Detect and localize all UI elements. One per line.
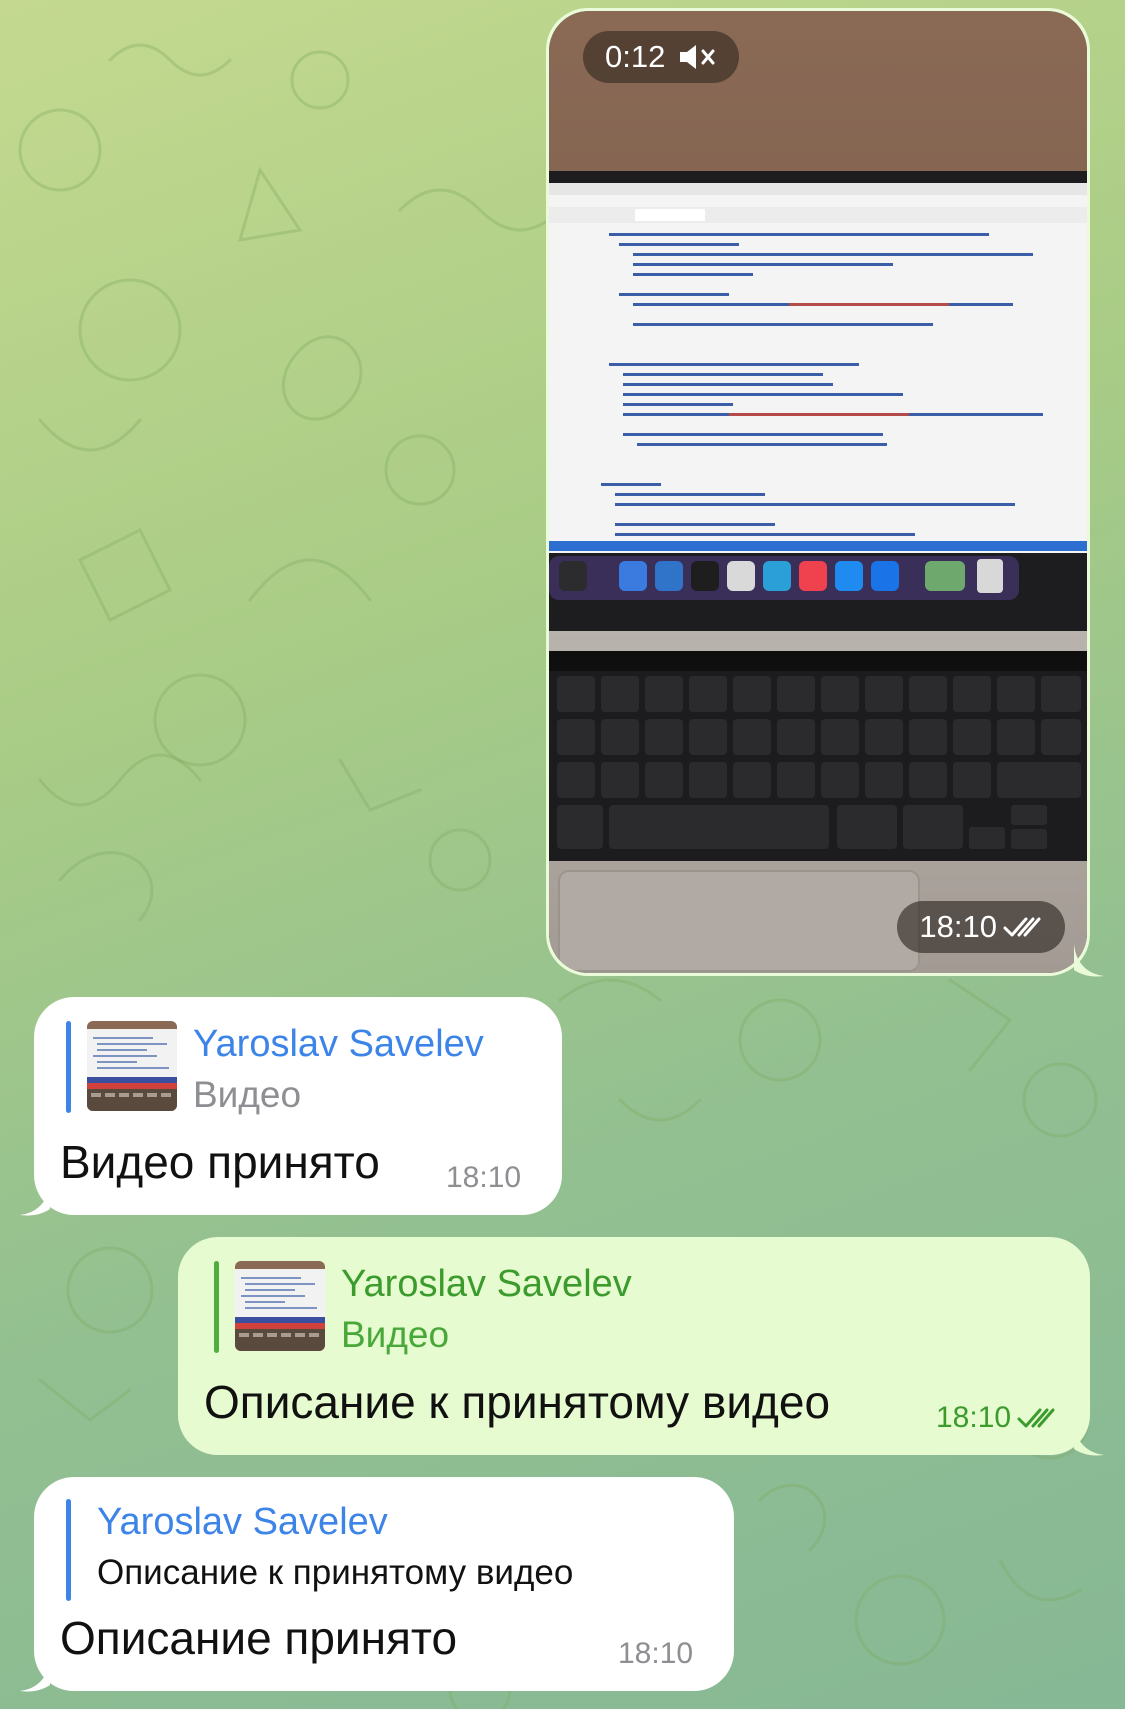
reply-preview-text: Видео: [193, 1074, 302, 1115]
message-time: 18:10: [936, 1401, 1012, 1434]
reply-preview-text: Видео: [341, 1314, 450, 1355]
video-message[interactable]: 0:12 18:10: [546, 8, 1104, 977]
reply-preview-text: Описание к принятому видео: [97, 1553, 574, 1592]
message-text: Видео принято: [60, 1136, 380, 1188]
message-text: Описание к принятому видео: [204, 1376, 831, 1428]
message-meta: 18:10: [446, 1161, 521, 1195]
bubble-tail: [20, 1659, 50, 1692]
message-text: Описание принято: [60, 1612, 458, 1664]
reply-author: Yaroslav Savelev: [341, 1263, 632, 1305]
bubble-tail: [1074, 1423, 1104, 1456]
incoming-message-description-accepted[interactable]: Yaroslav Savelev Описание к принятому ви…: [20, 1477, 734, 1692]
reply-accent-bar: [66, 1499, 71, 1601]
reply-preview[interactable]: Yaroslav Savelev Видео: [214, 1261, 632, 1355]
message-meta: 18:10: [618, 1637, 693, 1671]
double-check-icon: [1017, 1408, 1055, 1428]
video-duration-badge[interactable]: 0:12: [583, 31, 740, 83]
reply-video-thumbnail: [235, 1261, 325, 1351]
message-meta: 18:10: [936, 1401, 1061, 1435]
double-check-icon: [1003, 917, 1041, 937]
reply-author: Yaroslav Savelev: [97, 1501, 388, 1543]
message-time: 18:10: [618, 1637, 694, 1670]
message-time: 18:10: [446, 1161, 522, 1194]
speaker-muted-icon[interactable]: [677, 42, 717, 72]
reply-preview[interactable]: Yaroslav Savelev Описание к принятому ви…: [66, 1499, 573, 1601]
reply-accent-bar: [66, 1021, 71, 1113]
message-time: 18:10: [919, 909, 997, 944]
video-player[interactable]: 0:12 18:10: [549, 11, 1087, 973]
outgoing-message-description[interactable]: Yaroslav Savelev Видео Описание к принят…: [178, 1237, 1104, 1456]
reply-video-thumbnail: [87, 1021, 177, 1111]
reply-author: Yaroslav Savelev: [193, 1023, 484, 1065]
video-thumbnail: [549, 11, 1087, 973]
incoming-message-video-accepted[interactable]: Yaroslav Savelev Видео Видео принято 18:…: [20, 997, 562, 1216]
video-time-badge: 18:10: [897, 901, 1065, 953]
bubble-tail: [20, 1183, 50, 1216]
bubble-tail: [1074, 944, 1104, 977]
reply-accent-bar: [214, 1261, 219, 1353]
reply-preview[interactable]: Yaroslav Savelev Видео: [66, 1021, 484, 1115]
video-duration: 0:12: [605, 39, 666, 74]
